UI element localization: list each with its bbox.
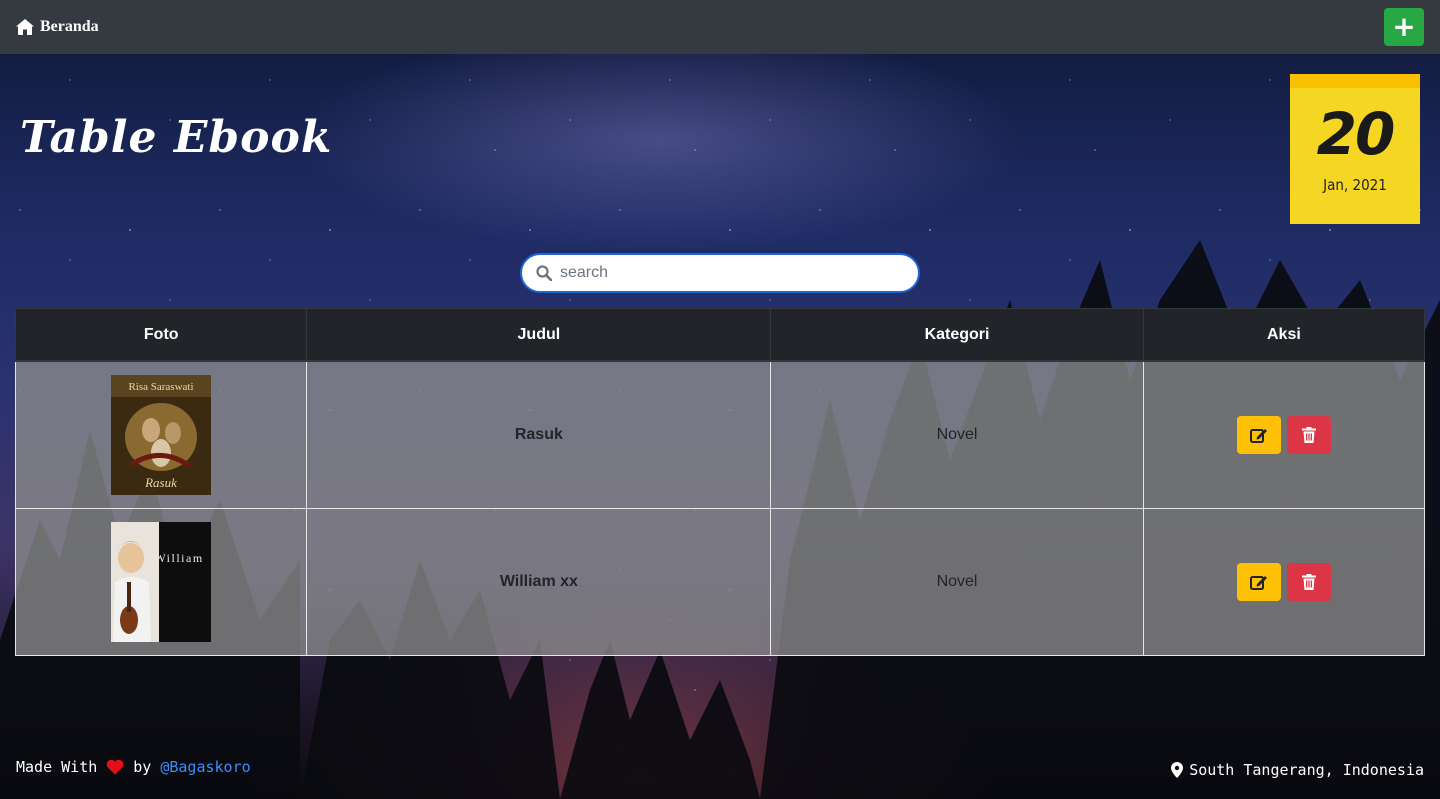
location-text: South Tangerang, Indonesia [1189, 761, 1424, 779]
calendar-day: 20 [1316, 100, 1396, 168]
date-calendar-widget: 20 Jan, 2021 [1290, 74, 1420, 224]
plus-icon: + [1392, 10, 1416, 43]
search-box [520, 253, 920, 293]
column-header-foto: Foto [14, 308, 308, 362]
calendar-month-year: Jan, 2021 [1323, 176, 1387, 194]
delete-button[interactable] [1287, 416, 1332, 454]
book-cover-image: Risa Saraswati Rasuk [111, 375, 212, 495]
cover-title-text: William [155, 551, 204, 565]
table-header-row: Foto Judul Kategori Aksi [14, 308, 1426, 362]
made-with-text: Made With [16, 758, 98, 776]
author-link[interactable]: @Bagaskoro [160, 758, 250, 776]
add-ebook-button[interactable]: + [1384, 8, 1424, 46]
cover-cell: Risa Saraswati Rasuk [14, 360, 308, 509]
top-navbar: Beranda + [0, 0, 1440, 54]
footer-location: South Tangerang, Indonesia [1171, 761, 1424, 779]
book-title: William xx [306, 508, 772, 656]
book-category: Novel [770, 508, 1144, 656]
edit-button[interactable] [1236, 563, 1281, 601]
heart-icon [106, 759, 124, 775]
by-text: by [133, 758, 152, 776]
map-marker-icon [1171, 762, 1184, 778]
footer-credits: Made With by @Bagaskoro [16, 758, 251, 776]
search-input[interactable] [558, 263, 892, 283]
trash-icon [1302, 427, 1317, 443]
home-link-label: Beranda [40, 18, 99, 35]
delete-button[interactable] [1287, 563, 1332, 601]
home-icon [16, 19, 34, 35]
column-header-aksi: Aksi [1142, 308, 1426, 362]
trash-icon [1302, 574, 1317, 590]
cover-cell: William [14, 508, 308, 656]
book-title: Rasuk [306, 360, 772, 509]
table-row: William William xx Novel [14, 508, 1426, 656]
cover-title-text: Rasuk [144, 475, 177, 490]
actions-cell [1142, 508, 1426, 656]
book-category: Novel [770, 360, 1144, 509]
edit-icon [1249, 429, 1267, 443]
search-icon [536, 265, 552, 281]
column-header-kategori: Kategori [770, 308, 1144, 362]
table-row: Risa Saraswati Rasuk Rasuk Novel [14, 360, 1426, 509]
edit-icon [1249, 576, 1267, 590]
edit-button[interactable] [1236, 416, 1281, 454]
ebook-table: Foto Judul Kategori Aksi Risa Saraswati … [14, 308, 1426, 656]
cover-author-text: Risa Saraswati [129, 381, 194, 393]
actions-cell [1142, 360, 1426, 509]
book-cover-image: William [111, 522, 212, 642]
page-title: Table Ebook [20, 112, 333, 163]
column-header-judul: Judul [306, 308, 772, 362]
home-link[interactable]: Beranda [16, 18, 99, 36]
